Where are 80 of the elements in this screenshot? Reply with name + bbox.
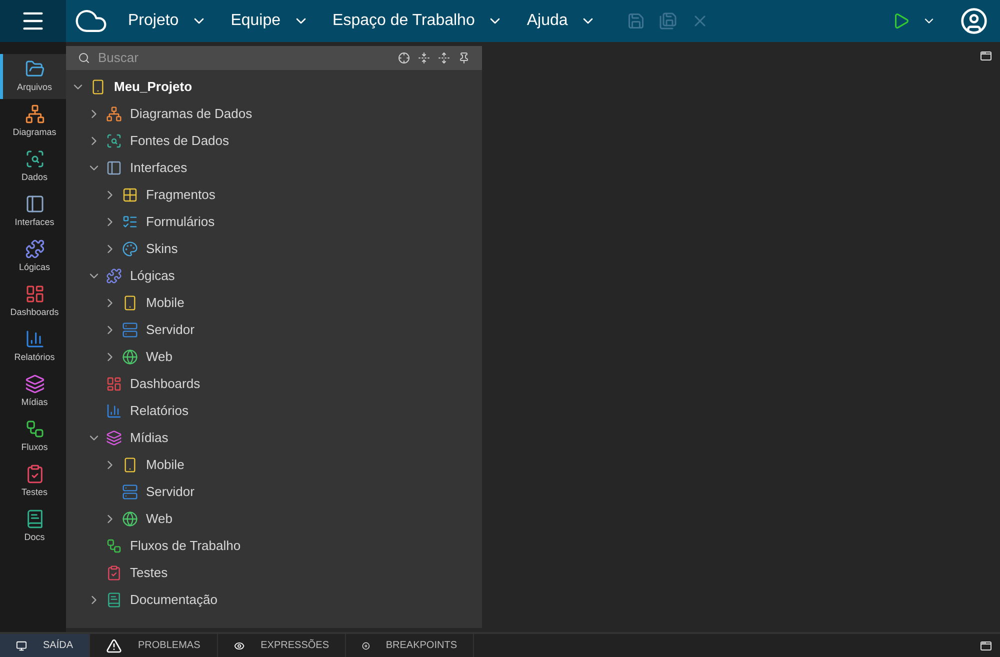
form-icon xyxy=(122,214,138,230)
tree-item[interactable]: Fragmentos xyxy=(146,184,216,204)
tree-item[interactable]: Servidor xyxy=(146,482,194,502)
puzzle-icon xyxy=(106,268,122,284)
tree-item[interactable]: Formulários xyxy=(146,212,215,232)
tree-item[interactable]: Relatórios xyxy=(130,400,189,420)
search-input[interactable]: Buscar xyxy=(98,48,390,68)
activity-item[interactable]: Dashboards xyxy=(0,279,66,324)
tree-item[interactable]: Testes xyxy=(130,562,168,582)
tree-item[interactable]: Mobile xyxy=(146,454,184,474)
menu-item[interactable]: Ajuda xyxy=(526,9,596,33)
menu-item[interactable]: Equipe xyxy=(230,9,309,33)
palette-icon xyxy=(122,240,138,256)
activity-item[interactable]: Testes xyxy=(0,459,66,504)
activity-item[interactable]: Interfaces xyxy=(0,189,66,234)
menu-item[interactable]: Projeto xyxy=(128,9,207,33)
panel-tab[interactable]: BREAKPOINTS xyxy=(346,634,474,657)
search-field[interactable]: Buscar xyxy=(66,46,482,70)
book-icon xyxy=(106,592,122,608)
tree-item[interactable]: Fluxos de Trabalho xyxy=(130,536,241,556)
tree-item[interactable]: Diagramas de Dados xyxy=(130,104,252,124)
folder-icon xyxy=(24,58,44,79)
menu-button[interactable] xyxy=(0,0,66,42)
globe-icon xyxy=(122,348,138,364)
tree-item[interactable]: Web xyxy=(146,346,172,366)
server-icon xyxy=(122,322,138,338)
panel-tab[interactable]: PROBLEMAS xyxy=(90,634,218,657)
tree-item[interactable]: Web xyxy=(146,508,172,528)
tree-item[interactable]: Interfaces xyxy=(130,158,188,178)
activity-item[interactable]: Mídias xyxy=(0,369,66,414)
flow-icon xyxy=(106,538,122,554)
run-button[interactable] xyxy=(892,12,910,30)
tree-item[interactable]: Fontes de Dados xyxy=(130,130,230,150)
phone-icon xyxy=(122,456,138,472)
activity-item[interactable]: Docs xyxy=(0,504,66,549)
menu-item[interactable]: Espaço de Trabalho xyxy=(332,9,503,33)
tree-item[interactable]: Skins xyxy=(146,238,178,258)
warning-icon xyxy=(106,638,122,654)
activity-item[interactable]: Arquivos xyxy=(0,54,66,99)
checklist-icon xyxy=(106,564,122,580)
tree-item[interactable]: Meu_Projeto xyxy=(114,76,192,96)
bar-chart-icon xyxy=(24,328,44,349)
user-avatar-icon[interactable] xyxy=(960,7,988,35)
globe-icon xyxy=(122,510,138,526)
tree-item[interactable]: Lógicas xyxy=(130,266,175,286)
activity-item[interactable]: Fluxos xyxy=(0,414,66,459)
hierarchy-icon xyxy=(24,104,44,124)
activity-item[interactable]: Dados xyxy=(0,144,66,189)
tree-item[interactable]: Dashboards xyxy=(130,374,200,394)
hierarchy-icon xyxy=(106,106,122,122)
tree-item[interactable]: Mídias xyxy=(130,428,168,448)
pin-icon[interactable] xyxy=(458,52,470,64)
layers-icon xyxy=(24,374,44,394)
search-icon xyxy=(78,52,90,64)
phone-icon xyxy=(90,78,106,94)
dashboard-icon xyxy=(24,284,44,304)
tree-item[interactable]: Mobile xyxy=(146,292,184,312)
tree-item[interactable]: Servidor xyxy=(146,320,194,340)
layers-icon xyxy=(106,430,122,446)
panel-icon xyxy=(24,194,44,214)
checklist-icon xyxy=(24,464,44,484)
activity-item[interactable]: Lógicas xyxy=(0,234,66,279)
activity-item[interactable]: Diagramas xyxy=(0,99,66,144)
expand-all-icon[interactable] xyxy=(438,52,450,64)
puzzle-icon xyxy=(24,238,44,259)
book-icon xyxy=(24,508,44,529)
maximize-icon[interactable] xyxy=(980,640,992,652)
flow-icon xyxy=(24,418,44,439)
maximize-icon[interactable] xyxy=(980,50,992,62)
panel-tab[interactable]: SAÍDA xyxy=(0,634,90,657)
activity-item[interactable]: Relatórios xyxy=(0,324,66,369)
dashboard-icon xyxy=(106,376,122,392)
phone-icon xyxy=(122,294,138,310)
bar-chart-icon xyxy=(106,402,122,418)
panel-tab[interactable]: EXPRESSÕES xyxy=(218,634,346,657)
panel-icon xyxy=(106,160,122,176)
collapse-all-icon[interactable] xyxy=(418,52,430,64)
server-icon xyxy=(122,484,138,500)
tree-item[interactable]: Documentação xyxy=(130,590,218,610)
locate-icon[interactable] xyxy=(398,52,410,64)
